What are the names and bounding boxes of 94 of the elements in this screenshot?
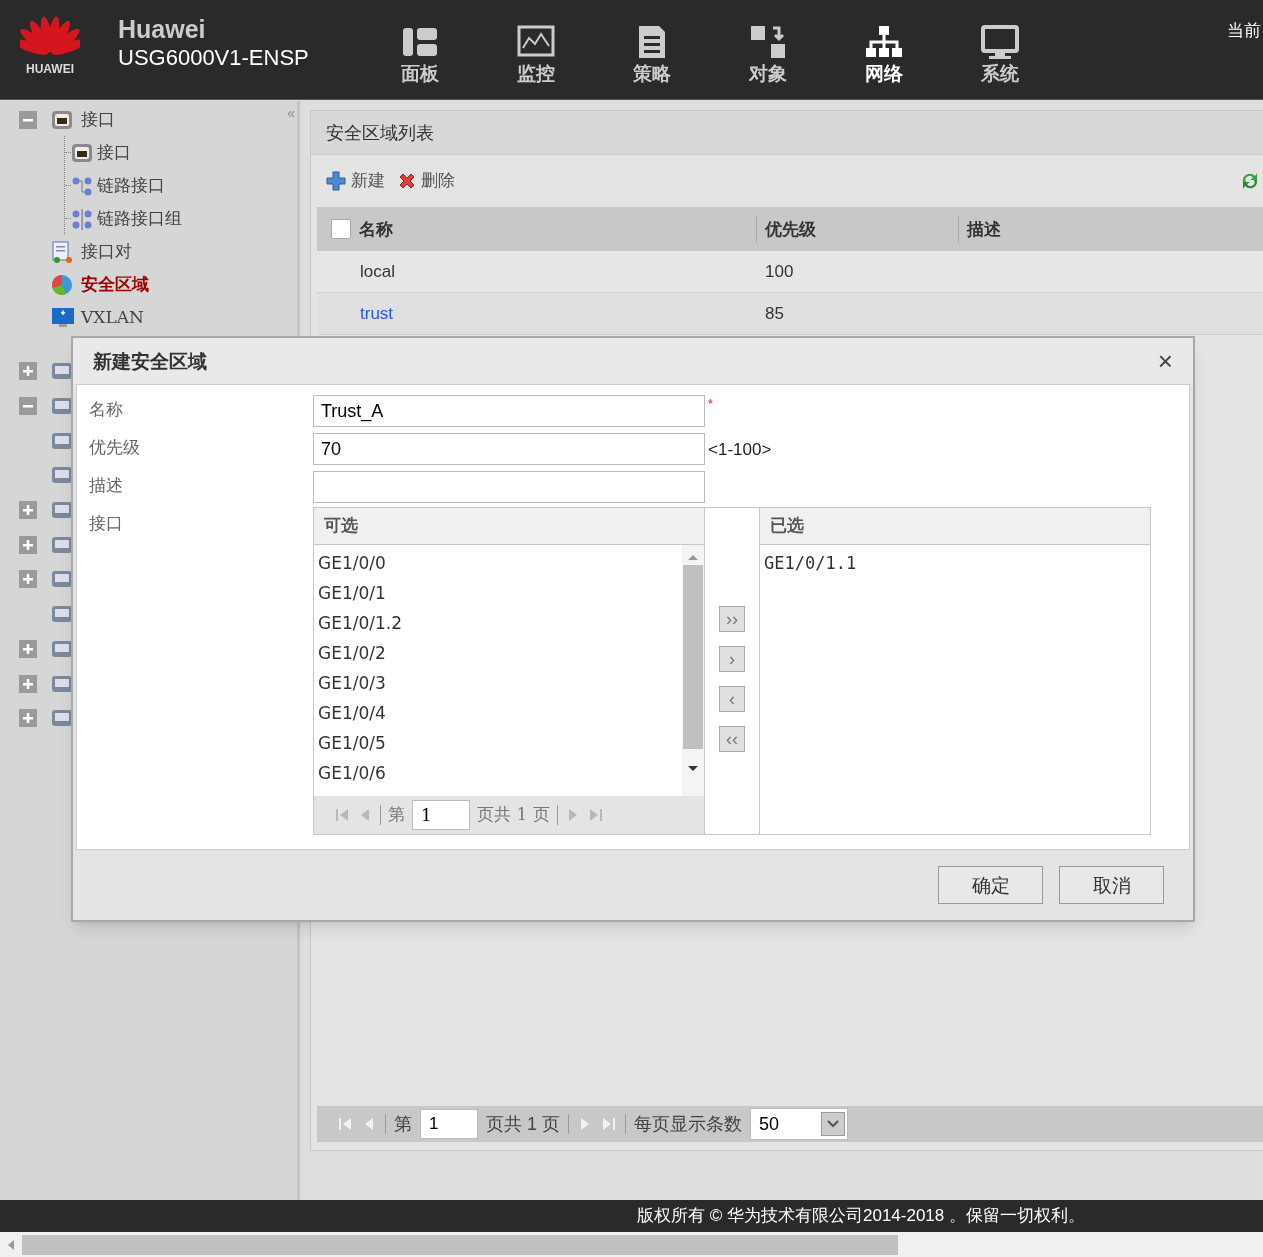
table-cell-text: 100 — [765, 260, 795, 283]
page-field[interactable]: 1 — [412, 800, 470, 830]
last-page-icon — [601, 1116, 617, 1132]
expand-icon[interactable] — [19, 570, 37, 589]
pager-label: 第 — [388, 803, 405, 827]
panel-title: 安全区域列表 — [311, 111, 1263, 155]
brand-text: HUAWEI — [26, 61, 74, 78]
dialog-button[interactable]: 确定 — [938, 866, 1043, 904]
list-item[interactable]: GE1/0/3 — [318, 668, 386, 698]
network-icon — [865, 24, 903, 60]
column-header: 描述 — [958, 215, 1263, 243]
scroll-left-icon — [8, 1239, 14, 1250]
field-label: 名称 — [88, 398, 124, 421]
required-mark: * — [708, 396, 713, 413]
list-item[interactable]: GE1/0/1.2 — [318, 608, 403, 638]
first-page-icon — [334, 807, 350, 823]
pager-label: 第 — [394, 1112, 412, 1136]
delete-button[interactable]: 删除 — [397, 168, 455, 194]
nav-tab[interactable]: 面板 — [362, 24, 478, 86]
tree-item[interactable]: 链路接口 — [71, 172, 165, 199]
move-button[interactable]: ‹‹ — [719, 726, 745, 752]
expand-icon[interactable] — [19, 639, 37, 658]
product-title: Huawei — [118, 14, 207, 44]
field-label: 接口 — [88, 512, 124, 535]
collapse-icon[interactable] — [19, 397, 37, 416]
pager-label: 页共 1 页 — [477, 803, 550, 827]
input-field[interactable]: 70 — [313, 433, 705, 465]
expand-icon[interactable] — [19, 535, 37, 554]
column-header: 名称 — [358, 218, 394, 241]
tree-item[interactable]: 安全区域 — [51, 271, 149, 298]
horizontal-scrollbar[interactable] — [0, 1232, 1263, 1257]
expand-icon[interactable] — [19, 709, 37, 728]
list-item[interactable]: GE1/0/2 — [318, 638, 386, 668]
move-button[interactable]: ›› — [719, 606, 745, 632]
expand-icon[interactable] — [19, 362, 37, 381]
expand-icon[interactable] — [19, 501, 37, 520]
table-cell-text: local — [360, 260, 396, 283]
tree-item[interactable]: 接口 — [71, 139, 131, 166]
vertical-scrollbar[interactable] — [682, 545, 704, 796]
list-title: 已选 — [760, 508, 1150, 545]
input-field[interactable]: Trust_A — [313, 395, 705, 427]
list-item[interactable]: GE1/0/1 — [318, 578, 386, 608]
collapse-icon[interactable] — [19, 110, 37, 129]
page-size-select[interactable]: 50 — [750, 1108, 848, 1140]
product-model: USG6000V1-ENSP — [118, 44, 310, 72]
zone-link[interactable]: trust — [360, 300, 765, 327]
header-checkbox[interactable] — [331, 219, 351, 239]
page-field[interactable]: 1 — [420, 1109, 478, 1139]
expand-icon[interactable] — [19, 674, 37, 693]
list-item[interactable]: GE1/0/1.1 — [764, 548, 857, 578]
scrollbar-thumb[interactable] — [683, 565, 703, 749]
range-hint: <1-100> — [708, 439, 772, 461]
tree-item[interactable]: 接口 — [51, 106, 115, 133]
dialog-title: 新建安全区域 — [93, 348, 207, 374]
monitor-icon — [981, 24, 1019, 60]
header-text: 当前 — [1227, 20, 1261, 42]
move-button[interactable]: › — [719, 646, 745, 672]
first-page-icon — [337, 1116, 353, 1132]
table-cell-text: 85 — [765, 302, 785, 325]
port-icon — [51, 108, 75, 131]
pager-label: 页共 1 页 — [486, 1112, 560, 1136]
field-label: 优先级 — [88, 436, 141, 459]
list-item[interactable]: GE1/0/5 — [318, 728, 386, 758]
list-item[interactable]: GE1/0/0 — [318, 548, 386, 578]
close-button[interactable]: × — [1157, 348, 1173, 374]
list-title: 可选 — [314, 508, 704, 545]
last-page-icon — [587, 807, 604, 823]
input-field[interactable] — [313, 471, 705, 503]
nav-tab[interactable]: 对象 — [710, 24, 826, 86]
tree-item[interactable]: 接口对 — [51, 238, 132, 265]
vxlan-icon — [51, 306, 75, 329]
scrollbar-thumb[interactable] — [22, 1234, 898, 1255]
copyright-text: 版权所有 © 华为技术有限公司2014-2018 。保留一切权利。 — [637, 1205, 1085, 1228]
dialog-button[interactable]: 取消 — [1059, 866, 1164, 904]
pager-label: 每页显示条数 — [634, 1112, 742, 1136]
interface-pair-icon — [51, 240, 75, 263]
nav-tab[interactable]: 策略 — [594, 24, 710, 86]
add-button[interactable]: 新建 — [325, 168, 385, 194]
nav-tab[interactable]: 网络 — [826, 24, 942, 86]
nav-tab[interactable]: 监控 — [478, 24, 594, 86]
tree-item[interactable]: VXLAN — [51, 304, 144, 331]
chart-icon — [517, 24, 555, 60]
objects-icon — [749, 24, 787, 60]
list-item[interactable]: GE1/0/6 — [318, 758, 386, 788]
column-header: 优先级 — [756, 215, 958, 243]
pie-chart-icon — [51, 273, 75, 296]
plus-icon — [325, 170, 347, 192]
field-label: 描述 — [88, 474, 124, 497]
tree-item[interactable]: 链路接口组 — [71, 205, 182, 232]
delete-icon — [397, 171, 417, 191]
move-button[interactable]: ‹ — [719, 686, 745, 712]
list-item[interactable]: GE1/0/4 — [318, 698, 386, 728]
dropdown-icon — [821, 1112, 845, 1136]
nav-tab[interactable]: 系统 — [942, 24, 1058, 86]
